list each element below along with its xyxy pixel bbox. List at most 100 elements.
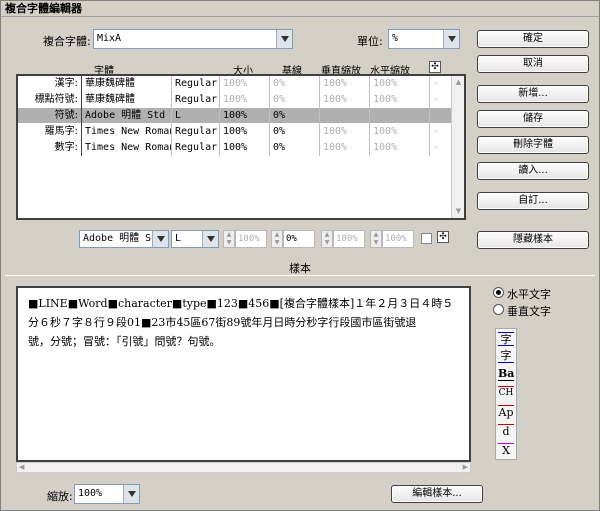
import-button[interactable]: 讀入... [477,162,589,180]
composite-font-editor-window: 複合字體編輯器 複合字體: MixA 單位: % 確定 取消 新增... 儲存 … [0,0,600,511]
table-cell-vscale: 100% [320,92,370,108]
edit-row-checkbox[interactable] [421,233,432,244]
table-options-icon[interactable]: ✣ [429,61,441,73]
sample-line: ■LINE■Word■character■type■123■456■[複合字體樣… [28,297,454,310]
zoom-select[interactable]: 100% [74,484,140,504]
ok-button[interactable]: 確定 [477,30,589,48]
chevron-down-icon[interactable] [123,485,139,503]
chevron-down-icon[interactable] [152,231,168,247]
table-cell-hscale: 100% [370,108,430,124]
table-cell-size: 100% [220,140,270,156]
vertical-text-radio[interactable] [493,304,504,315]
zoom-label: 縮放: [47,490,73,503]
composite-font-label: 複合字體: [43,35,91,48]
table-cell-category: 羅馬字: [18,124,82,140]
table-cell-hscale: 100% [370,140,430,156]
vscale-spinner-icon[interactable]: ▲ ▼ [321,230,333,248]
table-vertical-scrollbar[interactable]: ▲ ▼ [451,76,464,218]
table-cell-baseline: 0% [270,76,320,92]
edit-baseline-field[interactable]: 0% [283,230,315,248]
scroll-down-icon[interactable]: ▼ [454,207,463,215]
baseline-spinner-icon[interactable]: ▲ ▼ [271,230,283,248]
table-row[interactable]: 羅馬字: Times New Roman Regular 100% 0% 100% 100%… [18,124,453,140]
table-cell-font: Times New Roman [82,140,172,156]
cap-height-icon[interactable]: CH [498,386,514,400]
delete-font-button[interactable]: 刪除字體 [477,136,589,154]
edit-style-select[interactable]: L [171,230,219,248]
table-cell-hscale: 100% [370,124,430,140]
horizontal-text-label: 水平文字 [507,288,551,301]
table-cell-style: Regular [172,76,220,92]
edit-hscale-field[interactable]: 100% [382,230,414,248]
descender-icon[interactable]: d [498,424,514,438]
horizontal-text-radio[interactable] [493,287,504,298]
em-box-icon[interactable]: 字 [498,332,514,346]
chevron-down-icon[interactable] [276,30,292,48]
edit-style-value: L [175,233,182,244]
hide-sample-button[interactable]: 隱藏樣本 [477,231,589,249]
edit-options-icon[interactable]: ✣ [437,231,449,243]
table-cell-size: 100% [220,76,270,92]
table-cell-size: 100% [220,108,270,124]
chevron-down-icon[interactable] [443,30,459,48]
table-cell-extra: - [430,140,453,156]
table-cell-font: 華康魏碑體 [82,92,172,108]
scroll-up-icon[interactable]: ▲ [454,78,463,86]
table-cell-style: L [172,108,220,124]
table-cell-hscale: 100% [370,76,430,92]
table-cell-style: Regular [172,124,220,140]
ideographic-box-icon[interactable]: 字 [498,349,514,363]
custom-button[interactable]: 自訂... [477,192,589,210]
edit-vscale-field[interactable]: 100% [333,230,365,248]
table-cell-font: Adobe 明體 Std [82,108,172,124]
sample-line: 分６秒７字８行９段01■23市45區67街89號年月日時分秒字行段國市區街號退 [28,316,417,329]
table-row[interactable]: 數字: Times New Roman Regular 100% 0% 100% 100% - [18,140,453,156]
table-cell-size: 100% [220,92,270,108]
save-button[interactable]: 儲存 [477,110,589,128]
sample-line: 號，分號；冒號：「引號」問號？句號。 [28,335,221,348]
edit-size-field[interactable]: 100% [235,230,267,248]
sample-preview: ■LINE■Word■character■type■123■456■[複合字體樣… [16,286,471,462]
table-cell-baseline: 0% [270,108,320,124]
zoom-value: 100% [78,488,103,499]
table-cell-extra: - [430,92,453,108]
hscale-spinner-icon[interactable]: ▲ ▼ [370,230,382,248]
composite-font-select[interactable]: MixA [93,29,293,49]
table-cell-vscale: 100% [320,140,370,156]
table-row[interactable]: 符號: Adobe 明體 Std L 100% 0% 100% 100% - [18,108,453,124]
edit-sample-button[interactable]: 編輯樣本... [391,485,483,503]
table-row[interactable]: 漢字: 華康魏碑體 Regular 100% 0% 100% 100% - [18,76,453,92]
table-cell-font: 華康魏碑體 [82,76,172,92]
baseline-icon[interactable]: Ba [498,367,514,381]
table-cell-style: Regular [172,140,220,156]
table-cell-vscale: 100% [320,76,370,92]
edit-font-select[interactable]: Adobe 明體 Std [79,230,169,248]
chevron-down-icon[interactable] [202,231,218,247]
divider [5,275,595,276]
table-cell-size: 100% [220,124,270,140]
table-cell-vscale: 100% [320,108,370,124]
table-row[interactable]: 標點符號: 華康魏碑體 Regular 100% 0% 100% 100% - [18,92,453,108]
sample-horizontal-scrollbar[interactable]: ◀ ▶ [16,462,471,473]
scroll-right-icon[interactable]: ▶ [463,463,468,471]
table-cell-hscale: 100% [370,92,430,108]
table-cell-extra: - [430,124,453,140]
x-height-icon[interactable]: X [498,443,514,457]
scroll-left-icon[interactable]: ◀ [19,463,24,471]
units-label: 單位: [357,35,383,48]
font-settings-table: 漢字: 華康魏碑體 Regular 100% 0% 100% 100% - 標點符號: 華康魏碑體… [16,74,466,220]
sample-label: 樣本 [289,262,311,275]
table-cell-baseline: 0% [270,92,320,108]
size-spinner-icon[interactable]: ▲ ▼ [223,230,235,248]
new-button[interactable]: 新增... [477,85,589,103]
window-title: 複合字體編輯器 [1,1,599,17]
table-cell-extra: - [430,76,453,92]
table-cell-category: 數字: [18,140,82,156]
table-cell-baseline: 0% [270,140,320,156]
cancel-button[interactable]: 取消 [477,55,589,73]
units-select[interactable]: % [388,29,460,49]
table-cell-vscale: 100% [320,124,370,140]
table-cell-extra: - [430,108,453,124]
composite-font-value: MixA [97,33,122,44]
ascender-icon[interactable]: Ap [498,405,514,419]
